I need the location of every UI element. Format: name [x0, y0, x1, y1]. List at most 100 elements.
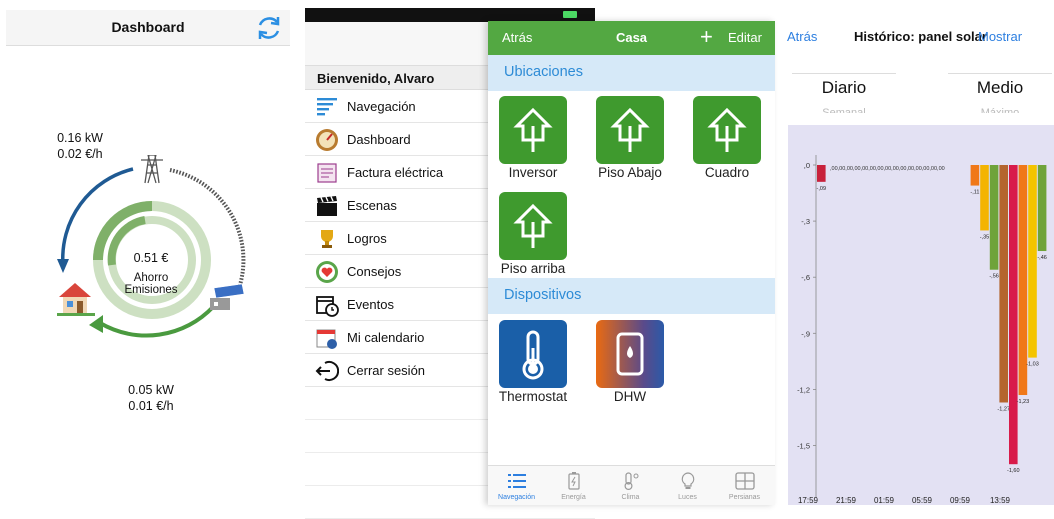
zero-value-labels: ,00,00,00,00,00,00,00,00,00,00,00,00,00,… [830, 166, 945, 172]
menu-item-label: Cerrar sesión [347, 363, 426, 378]
historico-panel: Atrás Histórico: panel solar Mostrar Dia… [778, 21, 1054, 505]
menu-item-label: Navegación [347, 99, 416, 114]
solar-panel-icon [210, 283, 245, 310]
menu-item-label: Logros [347, 231, 387, 246]
back-button[interactable]: Atrás [787, 29, 817, 44]
menu-item-label: Consejos [347, 264, 402, 279]
bar-1259 [999, 165, 1008, 403]
show-button[interactable]: Mostrar [978, 29, 1022, 44]
add-button[interactable]: + [700, 24, 713, 50]
location-tile-piso-arriba[interactable] [499, 192, 567, 260]
location-label: Cuadro [704, 165, 750, 180]
device-tile-dhw[interactable] [596, 320, 664, 388]
tab-bar: Navegación Energía Clima Luces Persianas [488, 465, 775, 505]
power-tower-icon [141, 155, 163, 184]
bar-value-label: -1,03 [1026, 362, 1039, 368]
dashboard-title: Dashboard [111, 19, 185, 35]
invoice-icon [317, 163, 337, 183]
dashboard-panel: Dashboard 0.16 kW 0.02 €/h 0.51 € Ahorro… [0, 0, 300, 505]
tab-label: Energía [561, 494, 586, 501]
y-tick-label: -1,2 [797, 385, 810, 394]
grid-power: 0.16 kW [57, 131, 103, 145]
location-label: Inversor [508, 165, 558, 180]
emissions-label: Emisiones [124, 284, 178, 296]
location-tile-inversor[interactable] [499, 96, 567, 164]
bar-1159 [989, 165, 999, 270]
gauge-icon [316, 129, 338, 151]
bar-value-label: -,46 [1037, 255, 1046, 261]
refresh-icon[interactable] [254, 13, 284, 43]
section-ubicaciones: Ubicaciones [488, 55, 775, 91]
bar-value-label: -,35 [980, 234, 989, 240]
menu-item-label: Eventos [347, 297, 394, 312]
y-tick-label: -,9 [801, 329, 810, 338]
menu-item-label: Dashboard [347, 132, 411, 147]
period-picker[interactable]: Diario [792, 73, 896, 98]
tab-clima[interactable]: Clima [602, 468, 659, 501]
status-bar [305, 8, 595, 22]
bar-0959 [970, 165, 980, 186]
house-outline-icon [513, 203, 553, 248]
location-tile-piso-abajo[interactable] [596, 96, 664, 164]
house-icon [57, 283, 95, 316]
window-blinds-icon [734, 472, 755, 490]
lightbulb-icon [681, 472, 694, 489]
x-tick-label: 09:59 [950, 496, 971, 505]
bar-value-label: -1,27 [997, 406, 1010, 412]
thermometer-icon [624, 472, 638, 490]
bar-1559 [1028, 165, 1037, 358]
bar-chart: ,0 -,3 -,6 -,9 -1,2 -1,5 17:59 21:59 01:59 05:59 0… [797, 155, 1047, 505]
solar-cost: 0.01 €/h [128, 399, 174, 413]
y-tick-label: -,3 [801, 217, 810, 226]
bar-value-label: -1,60 [1007, 468, 1020, 474]
x-tick-label: 01:59 [874, 496, 895, 505]
blue-arrowhead [57, 259, 69, 273]
house-outline-icon [610, 107, 650, 152]
casa-panel: Atrás Casa + Editar Ubicaciones Inversor… [488, 21, 775, 505]
thermometer-icon [522, 330, 544, 380]
mode-picker-next: Máximo [980, 107, 1020, 113]
logout-icon [315, 361, 339, 381]
bar-value-label: -,09 [817, 186, 826, 192]
tab-label: Clima [621, 494, 640, 501]
tab-luces[interactable]: Luces [659, 468, 716, 501]
section-dispositivos: Dispositivos [488, 278, 775, 314]
bar-value-label: -1,23 [1017, 399, 1030, 405]
y-tick-label: ,0 [804, 161, 810, 170]
x-tick-label: 17:59 [798, 496, 819, 505]
device-tile-thermostat[interactable] [499, 320, 567, 388]
solar-power: 0.05 kW [128, 383, 174, 397]
battery-icon [563, 11, 577, 18]
tab-navegacion[interactable]: Navegación [488, 468, 545, 501]
solar-readout: 0.05 kW 0.01 €/h [110, 382, 192, 414]
house-outline-icon [707, 107, 747, 152]
historico-nav-bar: Atrás Histórico: panel solar Mostrar [778, 21, 1054, 55]
y-tick-label: -,6 [801, 273, 810, 282]
heart-icon [316, 261, 338, 283]
clapperboard-icon [317, 196, 337, 216]
tab-energia[interactable]: Energía [545, 468, 602, 501]
tab-persianas[interactable]: Persianas [716, 468, 773, 501]
casa-nav-bar: Atrás Casa + Editar [488, 21, 775, 55]
bar-1359 [1009, 165, 1018, 465]
device-label: Thermostat [498, 389, 568, 404]
bar-1759 [817, 165, 826, 182]
menu-item-label: Factura eléctrica [347, 165, 444, 180]
x-tick-label: 05:59 [912, 496, 933, 505]
location-label: Piso arriba [500, 261, 566, 276]
calendar-icon [316, 329, 337, 349]
green-arrowhead [89, 315, 103, 333]
edit-button[interactable]: Editar [728, 30, 762, 45]
bar-value-label: -,11 [970, 190, 979, 196]
location-tile-cuadro[interactable] [693, 96, 761, 164]
menu-item-label: Escenas [347, 198, 397, 213]
tab-label: Persianas [728, 494, 761, 501]
tab-label: Navegación [498, 494, 535, 501]
x-tick-label: 21:59 [836, 496, 857, 505]
tab-label: Luces [678, 494, 697, 501]
bar-value-label: -,56 [989, 274, 998, 280]
mode-picker[interactable]: Medio [948, 73, 1052, 98]
savings-value: 0.51 € [133, 251, 169, 265]
x-tick-label: 13:59 [990, 496, 1011, 505]
savings-label: Ahorro [133, 272, 169, 284]
